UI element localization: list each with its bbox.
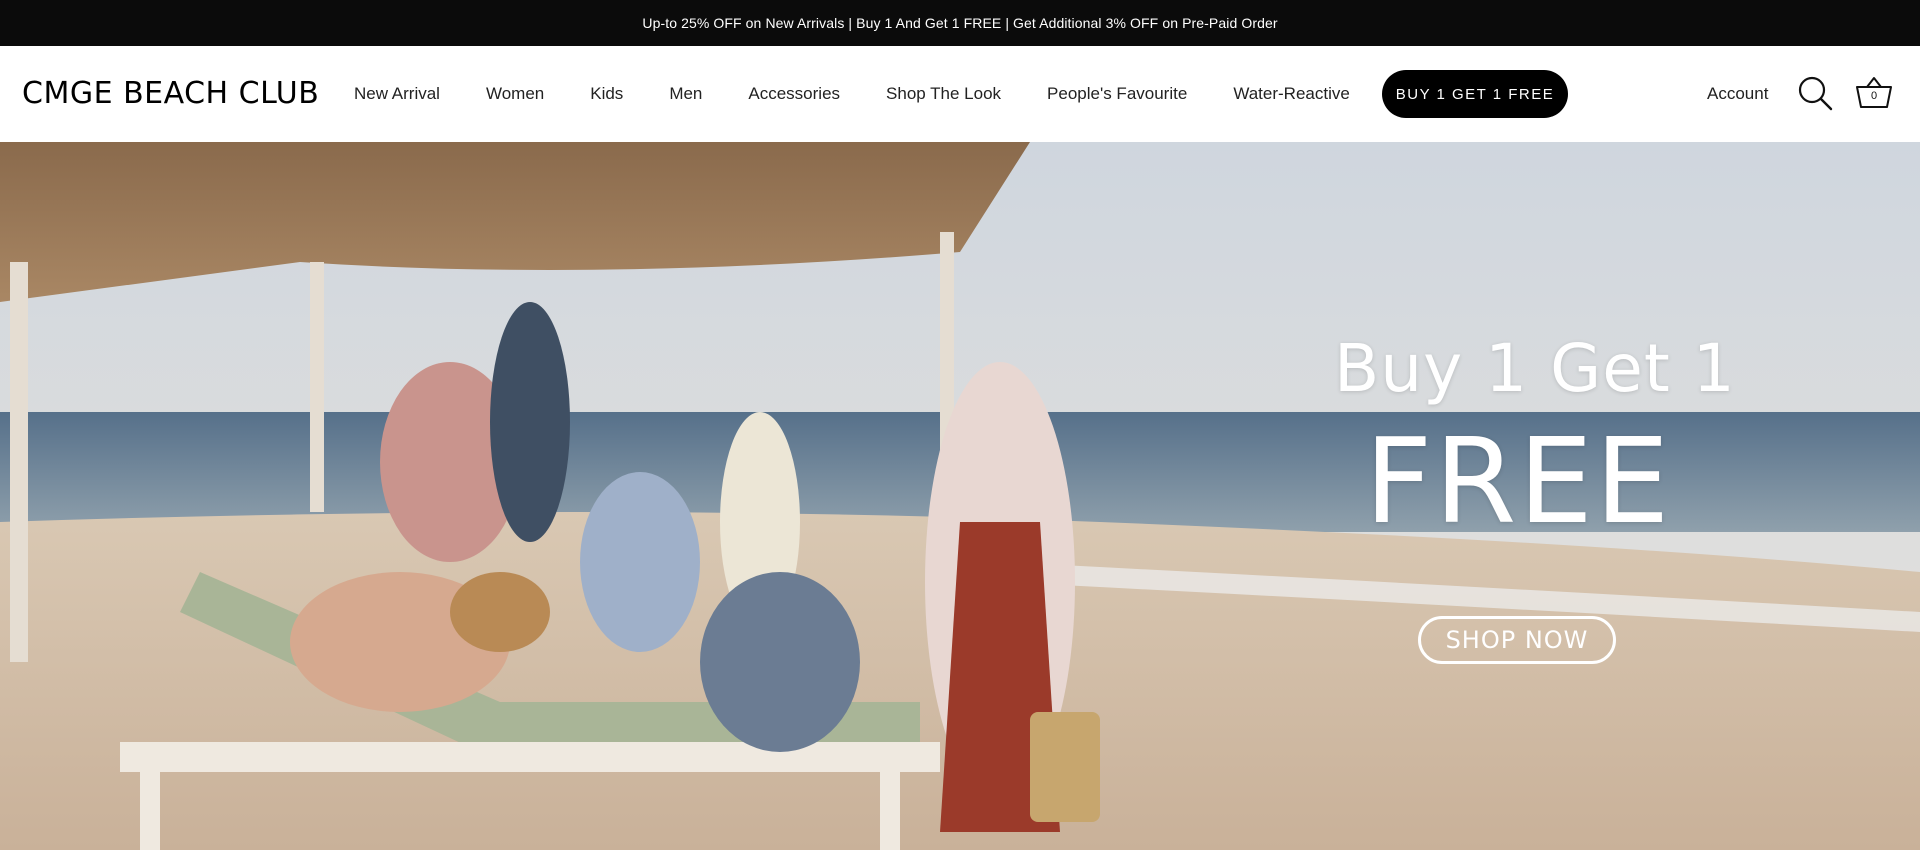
announcement-bar: Up-to 25% OFF on New Arrivals | Buy 1 An…	[0, 0, 1920, 46]
buy-1-get-1-free-button[interactable]: BUY 1 GET 1 FREE	[1382, 70, 1568, 118]
shop-now-button[interactable]: SHOP NOW	[1418, 616, 1616, 664]
cart-count: 0	[1870, 90, 1878, 102]
search-icon[interactable]	[1796, 74, 1834, 112]
nav-item-women[interactable]: Women	[486, 84, 544, 104]
nav-item-men[interactable]: Men	[669, 84, 702, 104]
main-nav: New Arrival Women Kids Men Accessories S…	[354, 46, 1396, 142]
hero-heading-line1: Buy 1 Get 1	[1334, 330, 1736, 407]
nav-item-water-reactive[interactable]: Water-Reactive	[1233, 84, 1350, 104]
nav-item-kids[interactable]: Kids	[590, 84, 623, 104]
nav-item-peoples-favourite[interactable]: People's Favourite	[1047, 84, 1187, 104]
site-logo[interactable]: CMGE BEACH CLUB	[22, 76, 319, 111]
site-header: CMGE BEACH CLUB New Arrival Women Kids M…	[0, 46, 1920, 142]
nav-item-shop-the-look[interactable]: Shop The Look	[886, 84, 1001, 104]
announcement-text: Up-to 25% OFF on New Arrivals | Buy 1 An…	[642, 15, 1278, 31]
account-link[interactable]: Account	[1707, 84, 1768, 104]
nav-item-new-arrival[interactable]: New Arrival	[354, 84, 440, 104]
hero-banner[interactable]: Buy 1 Get 1 FREE SHOP NOW	[0, 142, 1920, 850]
hero-heading-line2: FREE	[1364, 412, 1672, 550]
nav-item-accessories[interactable]: Accessories	[748, 84, 840, 104]
